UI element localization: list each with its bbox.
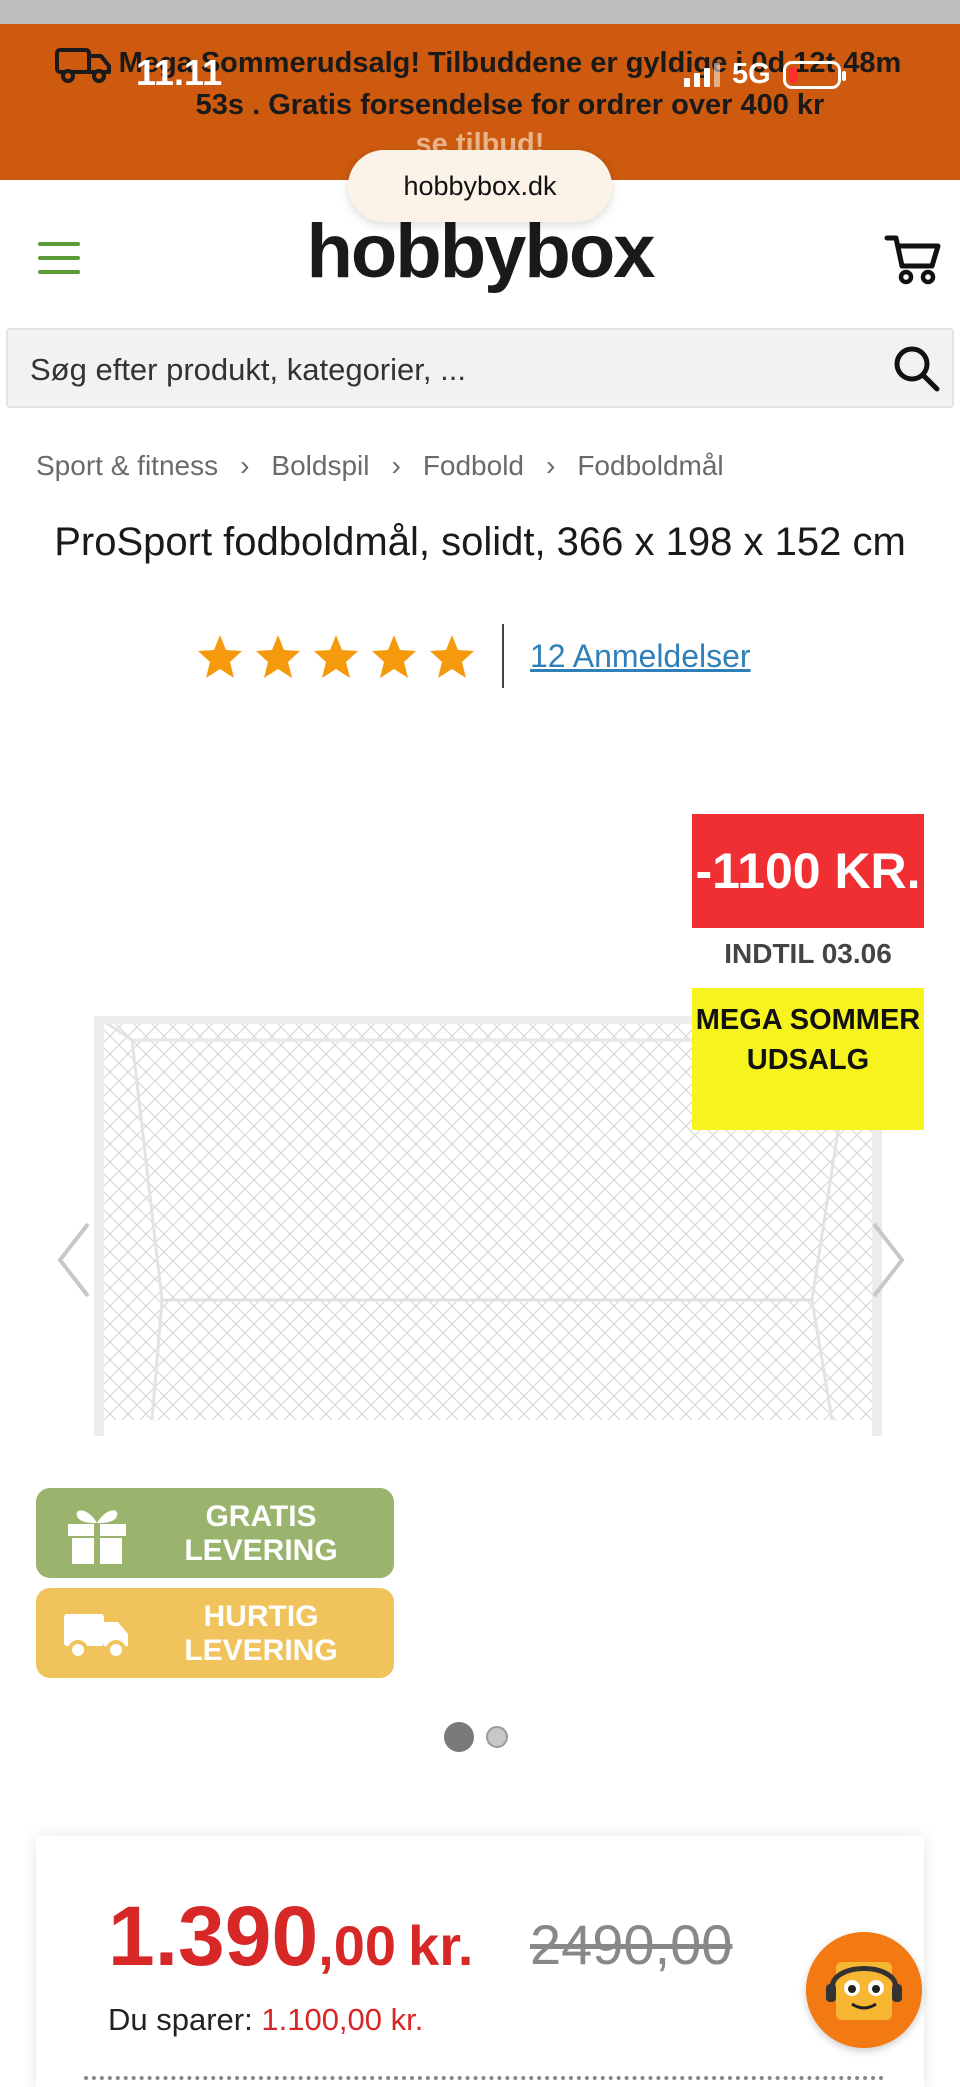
- fast-delivery-badge: HURTIG LEVERING: [36, 1588, 394, 1678]
- signal-icon: [684, 62, 720, 87]
- star-icon: [430, 635, 474, 678]
- dotted-divider: [84, 2076, 884, 2080]
- chevron-right-icon: ›: [546, 450, 556, 481]
- discount-badge: -1100 KR.: [692, 814, 924, 928]
- slide-dot-active[interactable]: [444, 1722, 474, 1752]
- chevron-right-icon: ›: [391, 450, 401, 481]
- breadcrumb-item[interactable]: Fodboldmål: [577, 450, 723, 482]
- reviews-link[interactable]: 12 Anmeldelser: [530, 638, 751, 675]
- next-image-arrow[interactable]: [868, 1220, 908, 1300]
- gift-icon: [68, 1510, 126, 1564]
- status-indicators: 5G: [684, 58, 846, 91]
- battery-icon: [782, 60, 846, 89]
- price-decimals: ,00: [318, 1914, 397, 1977]
- breadcrumb: Sport & fitness › Boldspil › Fodbold › F…: [36, 450, 724, 482]
- feature-label: HURTIG LEVERING: [184, 1600, 338, 1667]
- chat-support-icon[interactable]: [806, 1932, 922, 2048]
- top-edge: [0, 0, 960, 24]
- campaign-badge: MEGA SOMMER UDSALG: [692, 988, 924, 1130]
- slide-indicator: [444, 1722, 508, 1752]
- search-bar[interactable]: Søg efter produkt, kategorier, ...: [6, 328, 954, 408]
- price-currency: kr.: [408, 1914, 474, 1977]
- breadcrumb-item[interactable]: Fodbold: [423, 450, 524, 482]
- browser-url-bar[interactable]: hobbybox.dk: [348, 150, 612, 222]
- star-icon: [198, 635, 242, 678]
- prev-image-arrow[interactable]: [54, 1220, 94, 1300]
- product-title: ProSport fodboldmål, solidt, 366 x 198 x…: [54, 520, 906, 564]
- truck-icon: [64, 1614, 128, 1660]
- star-icon: [314, 635, 358, 678]
- savings: Du sparer: 1.100,00 kr.: [108, 2002, 423, 2038]
- old-price: 2490,00: [530, 1913, 733, 1976]
- search-icon[interactable]: [892, 344, 942, 394]
- price-box: 1.390,00 kr. 2490,00 Du sparer: 1.100,00 …: [36, 1836, 924, 2087]
- network-type: 5G: [732, 58, 771, 90]
- price-main: 1.390: [108, 1889, 319, 1983]
- breadcrumb-item[interactable]: Sport & fitness: [36, 450, 218, 482]
- free-delivery-badge: GRATIS LEVERING: [36, 1488, 394, 1578]
- status-time: 11.11: [136, 52, 223, 93]
- savings-label: Du sparer:: [108, 2002, 253, 2037]
- breadcrumb-item[interactable]: Boldspil: [271, 450, 369, 482]
- savings-amount: 1.100,00 kr.: [261, 2002, 424, 2037]
- rating-divider: [502, 624, 504, 688]
- star-rating: [196, 632, 476, 680]
- slide-dot[interactable]: [486, 1726, 508, 1748]
- current-price: 1.390,00 kr.: [108, 1888, 473, 1985]
- cart-icon[interactable]: [884, 232, 942, 286]
- feature-label: GRATIS LEVERING: [184, 1500, 338, 1567]
- product-rating: 12 Anmeldelser: [196, 624, 751, 688]
- offer-until: INDTIL 03.06: [724, 938, 892, 969]
- star-icon: [372, 635, 416, 678]
- search-input[interactable]: Søg efter produkt, kategorier, ...: [30, 352, 466, 388]
- chevron-right-icon: ›: [240, 450, 250, 481]
- star-icon: [256, 635, 300, 678]
